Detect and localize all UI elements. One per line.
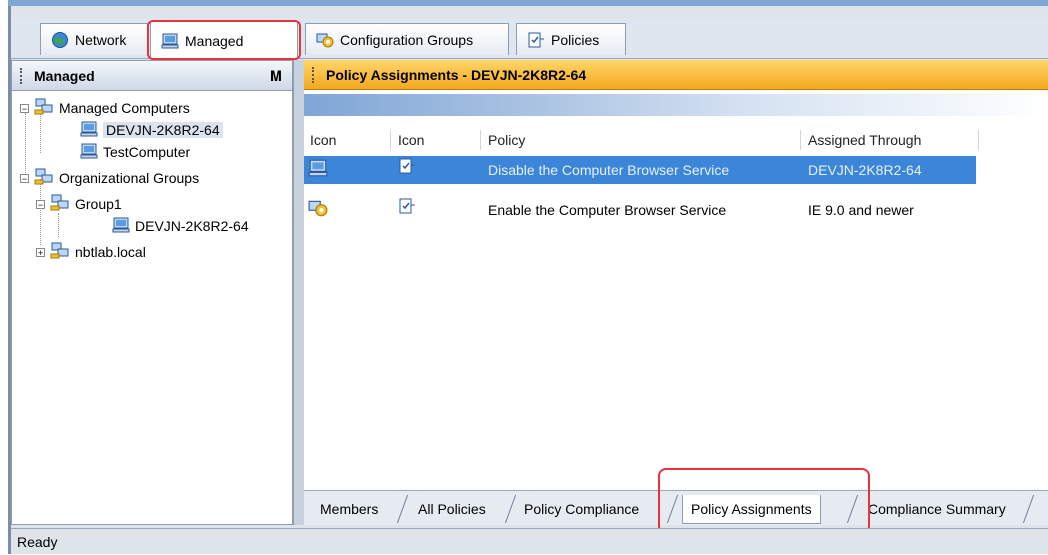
tree-label: DEVJN-2K8R2-64 <box>103 122 223 138</box>
collapse-toggle[interactable]: − <box>36 199 45 209</box>
status-bar: Ready <box>11 528 1048 554</box>
tree-node-group1[interactable]: − Group1 <box>36 193 122 215</box>
tree-node-testcomputer[interactable]: TestComputer <box>80 141 190 163</box>
column-divider[interactable] <box>978 130 979 150</box>
group-computers-icon <box>50 242 70 263</box>
managed-panel-header: Managed 𝚳 <box>12 61 292 91</box>
column-header-icon-2[interactable]: Icon <box>398 128 424 152</box>
globe-icon <box>51 31 69 49</box>
computer-icon <box>80 142 98 163</box>
policy-icon <box>527 31 545 49</box>
tab-compliance-summary[interactable]: Compliance Summary <box>860 495 1014 523</box>
pin-icon[interactable]: 𝚳 <box>270 61 282 91</box>
collapse-toggle[interactable]: − <box>20 173 29 183</box>
tab-policy-compliance[interactable]: Policy Compliance <box>516 495 647 523</box>
policy-icon <box>398 196 416 224</box>
tree-label: TestComputer <box>103 144 191 160</box>
tab-network[interactable]: Network <box>40 23 148 55</box>
panel-title: Policy Assignments - DEVJN-2K8R2-64 <box>326 67 587 83</box>
tab-policies[interactable]: Policies <box>516 23 626 55</box>
managed-panel: Managed 𝚳 − Managed Computers DEVJN-2K8R… <box>11 60 293 525</box>
tree-label: DEVJN-2K8R2-64 <box>135 218 249 234</box>
highlight-policy-assignments-tab <box>658 468 870 534</box>
tab-members[interactable]: Members <box>312 495 386 523</box>
tree-node-managed-computers[interactable]: − Managed Computers <box>20 97 190 119</box>
highlight-managed-tab <box>147 20 301 60</box>
group-computers-icon <box>50 194 70 215</box>
tree-label: nbtlab.local <box>75 244 146 260</box>
tab-label: Policies <box>551 31 600 48</box>
assigned-through-cell: IE 9.0 and newer <box>808 202 914 218</box>
policy-assignments-header: Policy Assignments - DEVJN-2K8R2-64 <box>304 60 1048 90</box>
group-computers-icon <box>34 98 54 119</box>
tree-label: Organizational Groups <box>59 170 200 186</box>
group-computers-icon <box>34 168 54 189</box>
policy-cell: Enable the Computer Browser Service <box>488 202 727 218</box>
tab-configuration-groups[interactable]: Configuration Groups <box>305 23 509 55</box>
policy-assignments-panel: Policy Assignments - DEVJN-2K8R2-64 Icon… <box>304 60 1048 525</box>
grip-icon <box>312 67 316 83</box>
column-divider[interactable] <box>390 130 391 150</box>
column-header-assigned-through[interactable]: Assigned Through <box>808 128 921 152</box>
panel-title: Managed <box>34 68 95 84</box>
policy-cell: Disable the Computer Browser Service <box>488 162 730 178</box>
computer-icon <box>80 120 98 141</box>
config-groups-icon <box>316 31 334 49</box>
tree-node-devjn-2k8r2-64[interactable]: DEVJN-2K8R2-64 <box>80 119 223 141</box>
tree-node-organizational-groups[interactable]: − Organizational Groups <box>20 167 199 189</box>
table-row[interactable]: Disable the Computer Browser Service DEV… <box>304 156 976 184</box>
column-header-icon[interactable]: Icon <box>310 128 336 152</box>
collapse-toggle[interactable]: − <box>20 103 29 113</box>
tree-label: Managed Computers <box>59 100 190 116</box>
computer-icon <box>308 158 328 186</box>
computer-icon <box>112 216 130 237</box>
tab-label: Configuration Groups <box>340 31 474 48</box>
status-text: Ready <box>17 534 58 550</box>
grip-icon <box>20 68 24 84</box>
tab-label: Network <box>75 31 127 48</box>
config-groups-icon <box>308 198 328 226</box>
column-divider[interactable] <box>800 130 801 150</box>
tab-all-policies[interactable]: All Policies <box>410 495 494 523</box>
group-by-bar <box>304 94 1048 116</box>
policy-icon <box>398 156 416 184</box>
tree-node-group1-devjn-2k8r2-64[interactable]: DEVJN-2K8R2-64 <box>112 215 249 237</box>
tree-node-nbtlab-local[interactable]: + nbtlab.local <box>36 241 146 263</box>
assigned-through-cell: DEVJN-2K8R2-64 <box>808 162 922 178</box>
column-divider[interactable] <box>480 130 481 150</box>
expand-toggle[interactable]: + <box>36 247 45 257</box>
column-header-policy[interactable]: Policy <box>488 128 525 152</box>
table-row[interactable]: Enable the Computer Browser Service IE 9… <box>304 196 976 224</box>
tree-label: Group1 <box>75 196 122 212</box>
